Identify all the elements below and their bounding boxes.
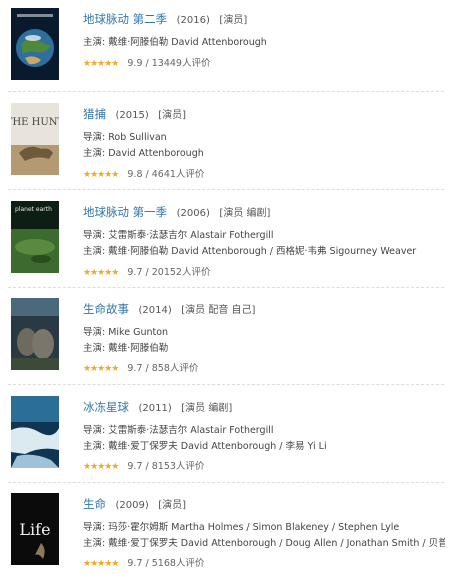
rating-row: ★★★★★ 9.9 / 13449人评价 — [83, 58, 211, 69]
role-label: [演员] — [158, 110, 187, 121]
divider — [8, 384, 444, 385]
credit-line: 主演: 戴维·爱丁保罗夫 David Attenborough / Doug A… — [83, 538, 445, 549]
credit-line: 主演: David Attenborough — [83, 148, 204, 159]
title-row: 猎捕 (2015) [演员] — [83, 106, 186, 122]
role-label: [演员 配音 自己] — [181, 305, 256, 316]
title-link[interactable]: 地球脉动 第二季 — [83, 12, 167, 26]
rating-row: ★★★★★ 9.7 / 8153人评价 — [83, 461, 205, 472]
credit-line: 主演: 戴维·阿滕伯勒 David Attenborough / 西格妮·韦弗 … — [83, 246, 417, 257]
year-label: (2014) — [138, 305, 172, 316]
title-row: 生命 (2009) [演员] — [83, 496, 186, 512]
rating-value: 9.7 — [127, 363, 143, 374]
frozen-planet-poster[interactable] — [11, 396, 59, 468]
divider — [8, 287, 444, 288]
title-row: 冰冻星球 (2011) [演员 编剧] — [83, 399, 232, 415]
title-row: 生命故事 (2014) [演员 配音 自己] — [83, 301, 255, 317]
title-link[interactable]: 生命故事 — [83, 302, 129, 316]
life-poster[interactable]: Life — [11, 493, 59, 565]
earth-globe-poster[interactable] — [11, 8, 59, 80]
vote-count: 13449人评价 — [151, 58, 211, 69]
vote-count: 20152人评价 — [151, 267, 211, 278]
title-link[interactable]: 地球脉动 第一季 — [83, 205, 167, 219]
rating-stars: ★★★★★ — [83, 59, 119, 69]
poster-title: THE HUNT — [11, 117, 59, 128]
credit-line: 主演: 戴维·爱丁保罗夫 David Attenborough / 李易 Yi … — [83, 441, 327, 452]
vote-count: 5168人评价 — [151, 558, 205, 569]
year-label: (2011) — [138, 403, 172, 414]
life-story-poster[interactable] — [11, 298, 59, 370]
role-label: [演员 编剧] — [181, 403, 233, 414]
rating-row: ★★★★★ 9.8 / 4641人评价 — [83, 169, 205, 180]
year-label: (2006) — [176, 208, 210, 219]
title-row: 地球脉动 第二季 (2016) [演员] — [83, 11, 247, 27]
divider — [8, 91, 444, 92]
poster-title: planet earth — [15, 206, 52, 213]
credit-line: 主演: 戴维·阿滕伯勒 — [83, 343, 169, 354]
rating-stars: ★★★★★ — [83, 462, 119, 472]
rating-stars: ★★★★★ — [83, 268, 119, 278]
year-label: (2015) — [115, 110, 149, 121]
rating-stars: ★★★★★ — [83, 364, 119, 374]
divider — [8, 189, 444, 190]
rating-value: 9.7 — [127, 267, 143, 278]
year-label: (2009) — [115, 500, 149, 511]
divider — [8, 482, 444, 483]
rating-row: ★★★★★ 9.7 / 5168人评价 — [83, 558, 205, 569]
title-link[interactable]: 猎捕 — [83, 107, 106, 121]
rating-row: ★★★★★ 9.7 / 20152人评价 — [83, 267, 211, 278]
rating-value: 9.7 — [127, 558, 143, 569]
rating-row: ★★★★★ 9.7 / 858人评价 — [83, 363, 199, 374]
rating-stars: ★★★★★ — [83, 559, 119, 569]
role-label: [演员 编剧] — [219, 208, 271, 219]
rating-value: 9.8 — [127, 169, 143, 180]
title-row: 地球脉动 第一季 (2006) [演员 编剧] — [83, 204, 270, 220]
planet-earth-poster[interactable]: planet earth — [11, 201, 59, 273]
vote-count: 4641人评价 — [151, 169, 205, 180]
role-label: [演员] — [158, 500, 187, 511]
credit-line: 主演: 戴维·阿滕伯勒 David Attenborough — [83, 37, 267, 48]
poster-title: Life — [19, 520, 50, 539]
title-link[interactable]: 生命 — [83, 497, 106, 511]
year-label: (2016) — [176, 15, 210, 26]
title-link[interactable]: 冰冻星球 — [83, 400, 129, 414]
rating-value: 9.7 — [127, 461, 143, 472]
credit-line: 导演: 玛莎·霍尔姆斯 Martha Holmes / Simon Blaken… — [83, 522, 400, 533]
credit-line: 导演: 艾雷斯泰·法瑟吉尔 Alastair Fothergill — [83, 425, 274, 436]
role-label: [演员] — [219, 15, 248, 26]
rating-value: 9.9 — [127, 58, 143, 69]
credit-line: 导演: 艾雷斯泰·法瑟吉尔 Alastair Fothergill — [83, 230, 274, 241]
rating-stars: ★★★★★ — [83, 170, 119, 180]
credit-line: 导演: Mike Gunton — [83, 327, 169, 338]
vote-count: 858人评价 — [151, 363, 199, 374]
credit-line: 导演: Rob Sullivan — [83, 132, 167, 143]
vote-count: 8153人评价 — [151, 461, 205, 472]
hunt-poster[interactable]: THE HUNT — [11, 103, 59, 175]
